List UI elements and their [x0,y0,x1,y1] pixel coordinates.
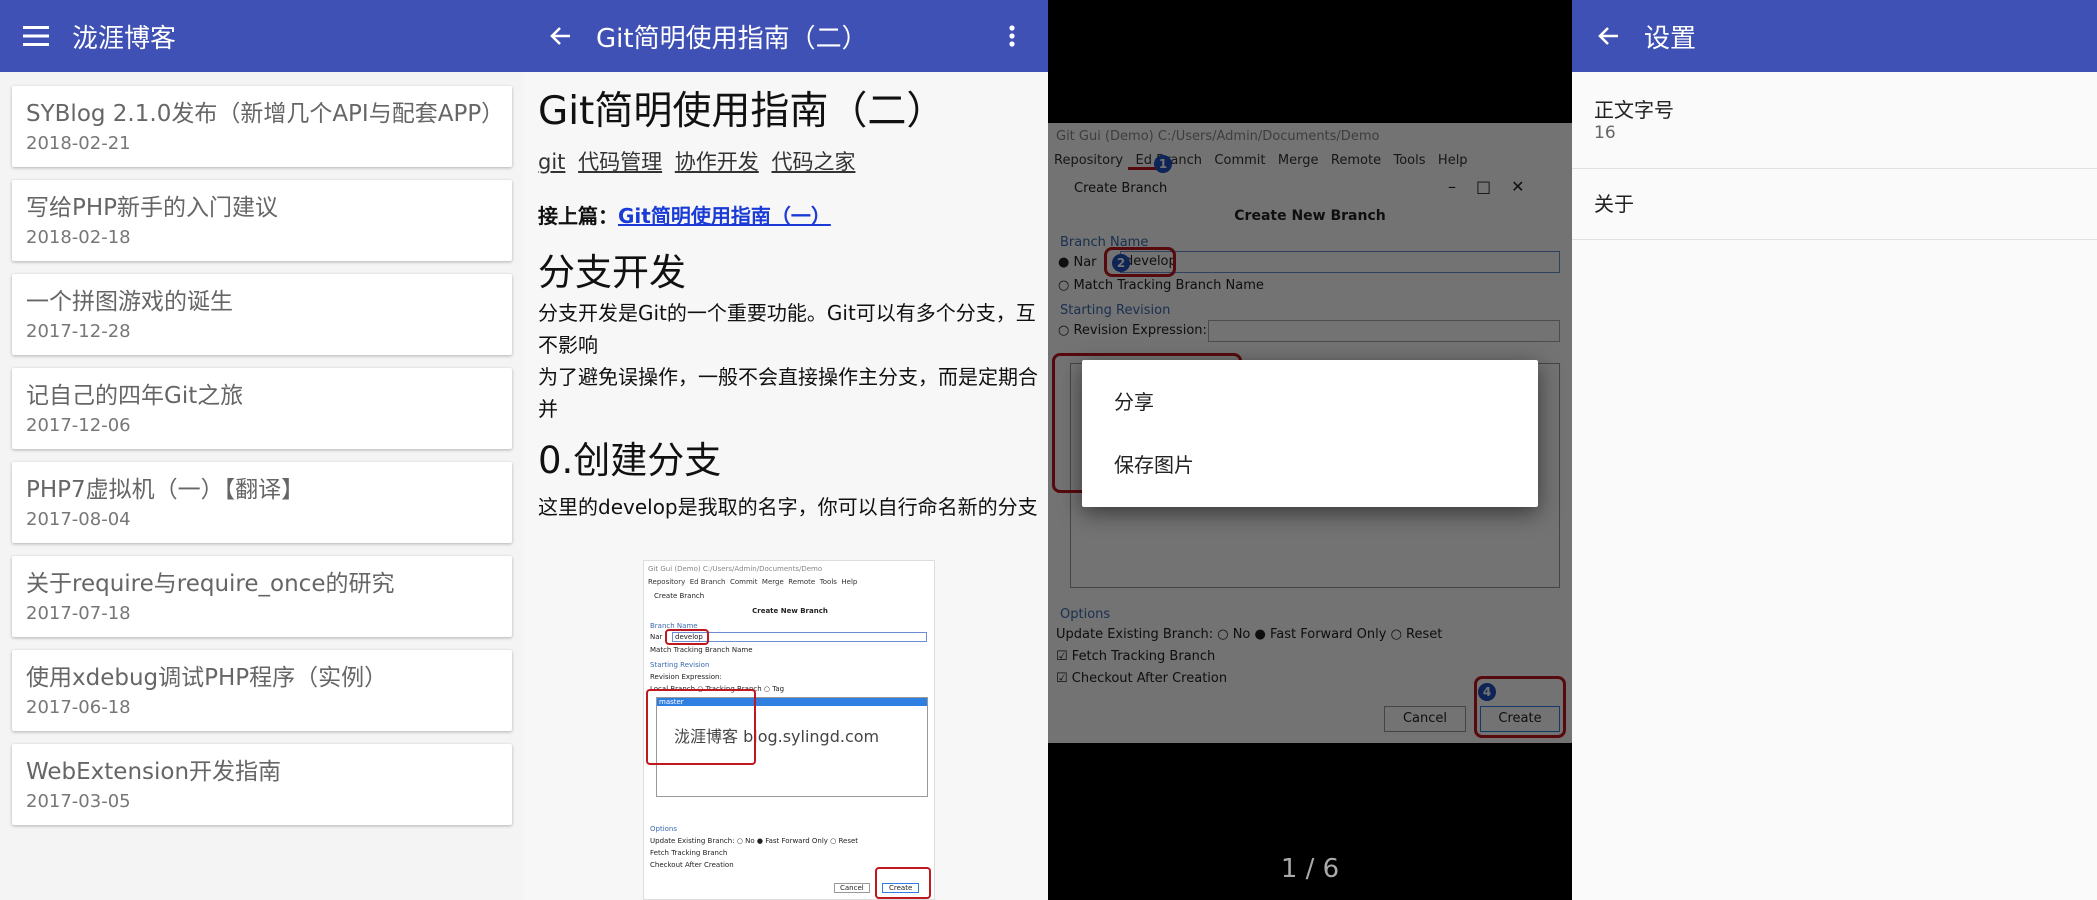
article-body: Git简明使用指南（二） git 代码管理 协作开发 代码之家 接上篇：Git简… [538,86,1038,523]
post-title: SYBlog 2.1.0发布（新增几个API与配套APP） [26,101,505,127]
setting-label: 正文字号 [1594,98,1674,122]
list-item[interactable]: 一个拼图游戏的诞生 2017-12-28 [12,274,512,355]
window-title: Git Gui (Demo) C:/Users/Admin/Documents/… [648,565,823,573]
paragraph: 分支开发是Git的一个重要功能。Git可以有多个分支，互不影响 [538,301,1036,357]
more-vert-icon[interactable] [976,0,1048,72]
list-item[interactable]: SYBlog 2.1.0发布（新增几个API与配套APP） 2018-02-21 [12,86,512,167]
settings-list: 正文字号 16 关于 [1572,72,2097,240]
list-item[interactable]: 关于require与require_once的研究 2017-07-18 [12,556,512,637]
post-title: 记自己的四年Git之旅 [26,383,244,409]
setting-label: 关于 [1594,192,1634,216]
dialog-heading: Create New Branch [752,607,828,615]
post-date: 2017-07-18 [26,603,131,624]
font-size-setting[interactable]: 正文字号 16 [1572,72,2097,169]
previous-post: 接上篇：Git简明使用指南（一） [538,200,1038,229]
app-title: Git简明使用指南（二） [596,23,868,54]
app-bar: Git简明使用指南（二） [524,0,1048,72]
menu-bar: Repository Ed Branch Commit Merge Remote… [648,578,858,586]
tag-link[interactable]: 协作开发 [675,150,759,174]
list-item[interactable]: 写给PHP新手的入门建议 2018-02-18 [12,180,512,261]
list-item[interactable]: PHP7虚拟机（一）【翻译】 2017-08-04 [12,462,512,543]
back-arrow-icon[interactable] [1572,0,1644,72]
post-title: 写给PHP新手的入门建议 [26,195,279,221]
section-heading: 0.创建分支 [538,439,722,482]
tag-list: git 代码管理 协作开发 代码之家 [538,146,1038,176]
hamburger-menu-icon[interactable] [0,0,72,72]
post-date: 2018-02-18 [26,227,131,248]
post-title: 使用xdebug调试PHP程序（实例） [26,665,388,691]
post-date: 2017-12-06 [26,415,131,436]
image-counter: 1 / 6 [1280,854,1340,884]
post-date: 2017-12-28 [26,321,131,342]
tag-link[interactable]: git [538,150,565,174]
context-menu: 分享 保存图片 [1082,360,1538,507]
post-list: SYBlog 2.1.0发布（新增几个API与配套APP） 2018-02-21… [12,86,512,838]
about-setting[interactable]: 关于 [1572,169,2097,240]
article-title: Git简明使用指南（二） [538,89,946,134]
post-title: WebExtension开发指南 [26,759,282,785]
save-image-menu-item[interactable]: 保存图片 [1082,434,1538,497]
app-bar: 泷涯博客 [0,0,524,72]
paragraph: 这里的develop是我取的名字，你可以自行命名新的分支 [538,495,1038,519]
tag-link[interactable]: 代码之家 [771,150,855,174]
app-title: 设置 [1644,23,1697,54]
back-arrow-icon[interactable] [524,0,596,72]
blog-list-screen: 泷涯博客 SYBlog 2.1.0发布（新增几个API与配套APP） 2018-… [0,0,524,900]
app-bar: 设置 [1572,0,2097,72]
article-screen: Git简明使用指南（二） Git简明使用指南（二） git 代码管理 协作开发 … [524,0,1048,900]
share-menu-item[interactable]: 分享 [1082,371,1538,434]
previous-post-link[interactable]: Git简明使用指南（一） [618,204,831,228]
post-date: 2017-06-18 [26,697,131,718]
post-title: 一个拼图游戏的诞生 [26,289,233,315]
list-item[interactable]: 记自己的四年Git之旅 2017-12-06 [12,368,512,449]
list-item[interactable]: 使用xdebug调试PHP程序（实例） 2017-06-18 [12,650,512,731]
tag-link[interactable]: 代码管理 [578,150,662,174]
previous-label: 接上篇： [538,204,618,228]
app-title: 泷涯博客 [72,23,177,54]
image-viewer-screen: Git Gui (Demo) C:/Users/Admin/Documents/… [1048,0,1572,900]
post-title: 关于require与require_once的研究 [26,571,395,597]
paragraph: 为了避免误操作，一般不会直接操作主分支，而是定期合并 [538,365,1038,421]
post-date: 2017-08-04 [26,509,131,530]
setting-value: 16 [1594,123,1616,143]
post-date: 2017-03-05 [26,791,131,812]
post-title: PHP7虚拟机（一）【翻译】 [26,477,305,503]
article-image[interactable]: Git Gui (Demo) C:/Users/Admin/Documents/… [643,560,935,900]
settings-screen: 设置 正文字号 16 关于 [1572,0,2097,900]
section-heading: 分支开发 [538,251,686,294]
post-date: 2018-02-21 [26,133,131,154]
git-gui-thumbnail: Git Gui (Demo) C:/Users/Admin/Documents/… [644,561,934,899]
list-item[interactable]: WebExtension开发指南 2017-03-05 [12,744,512,825]
dialog-title: Create Branch [654,592,705,600]
